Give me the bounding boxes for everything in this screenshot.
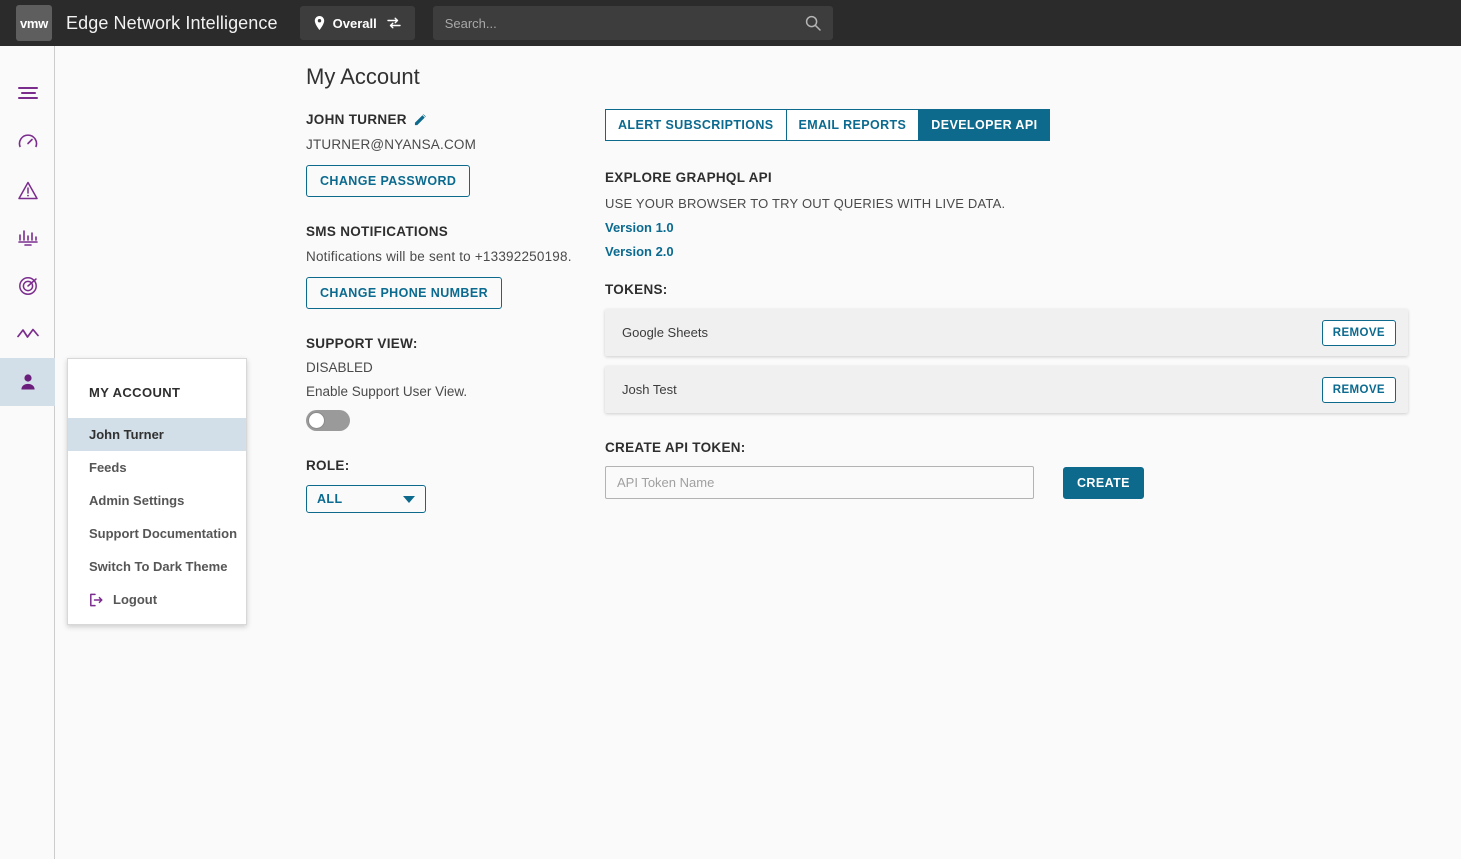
tokens-heading: TOKENS: xyxy=(605,282,668,297)
chevron-down-icon xyxy=(403,495,415,503)
explore-graphql-subtext: USE YOUR BROWSER TO TRY OUT QUERIES WITH… xyxy=(605,196,1006,211)
rail-item-scope[interactable] xyxy=(0,262,55,310)
app-title: Edge Network Intelligence xyxy=(66,12,278,33)
sms-description: Notifications will be sent to +133922501… xyxy=(306,249,572,264)
rail-item-dashboard[interactable] xyxy=(0,118,55,166)
rail-item-alerts[interactable] xyxy=(0,166,55,214)
dashboard-icon xyxy=(18,132,38,152)
rail-item-menu[interactable] xyxy=(0,70,55,118)
role-heading: ROLE: xyxy=(306,458,350,473)
support-view-heading: SUPPORT VIEW: xyxy=(306,336,418,351)
token-row: Google Sheets REMOVE xyxy=(605,309,1408,356)
role-select[interactable]: ALL xyxy=(306,485,426,513)
support-view-status: DISABLED xyxy=(306,360,373,375)
icon-rail xyxy=(0,46,55,859)
target-scope-icon xyxy=(18,276,38,296)
remove-token-button[interactable]: REMOVE xyxy=(1321,376,1396,403)
token-name: Josh Test xyxy=(622,382,677,397)
search-box[interactable] xyxy=(432,6,833,40)
version-2-link[interactable]: Version 2.0 xyxy=(605,244,1415,259)
remove-token-button[interactable]: REMOVE xyxy=(1321,319,1396,346)
role-section: ROLE: ALL xyxy=(306,458,596,513)
rail-item-account[interactable] xyxy=(0,358,55,406)
rail-item-trends[interactable] xyxy=(0,310,55,358)
profile-name: JOHN TURNER xyxy=(306,112,407,127)
search-input[interactable] xyxy=(444,15,805,31)
version-1-link[interactable]: Version 1.0 xyxy=(605,220,1415,235)
support-view-description: Enable Support User View. xyxy=(306,384,468,399)
vmware-logo: vmw xyxy=(16,5,52,41)
profile-email: JTURNER@NYANSA.COM xyxy=(306,137,477,152)
edit-pencil-icon[interactable] xyxy=(414,113,427,126)
alert-triangle-icon xyxy=(17,181,38,200)
page-title: My Account xyxy=(306,64,420,89)
api-panel-column: ALERT SUBSCRIPTIONS EMAIL REPORTS DEVELO… xyxy=(605,109,1415,499)
support-view-toggle[interactable] xyxy=(306,410,350,431)
toggle-knob xyxy=(308,412,325,429)
create-api-token-heading: CREATE API TOKEN: xyxy=(605,440,746,455)
bar-analytics-icon xyxy=(17,229,38,247)
main-content: My Account JOHN TURNER JTURNER@NYANSA.CO… xyxy=(55,46,1461,859)
tab-alert-subscriptions[interactable]: ALERT SUBSCRIPTIONS xyxy=(605,109,787,141)
sms-notifications-section: SMS NOTIFICATIONS Notifications will be … xyxy=(306,224,596,309)
role-selected-value: ALL xyxy=(317,492,343,506)
menu-icon xyxy=(17,86,38,102)
support-view-section: SUPPORT VIEW: DISABLED Enable Support Us… xyxy=(306,336,596,431)
profile-name-row: JOHN TURNER xyxy=(306,112,596,127)
api-token-name-input[interactable] xyxy=(605,466,1034,499)
token-name: Google Sheets xyxy=(622,325,709,340)
scope-selector[interactable]: Overall xyxy=(299,6,415,40)
account-details-column: JOHN TURNER JTURNER@NYANSA.COM CHANGE PA… xyxy=(306,112,596,513)
sms-heading: SMS NOTIFICATIONS xyxy=(306,224,449,239)
trend-line-icon xyxy=(16,327,39,341)
change-phone-number-button[interactable]: CHANGE PHONE NUMBER xyxy=(306,277,503,309)
token-row: Josh Test REMOVE xyxy=(605,366,1408,413)
scope-label: Overall xyxy=(332,15,377,31)
explore-graphql-heading: EXPLORE GRAPHQL API xyxy=(605,170,772,185)
create-token-button[interactable]: CREATE xyxy=(1063,466,1144,499)
change-password-button[interactable]: CHANGE PASSWORD xyxy=(306,165,471,197)
search-icon[interactable] xyxy=(805,15,821,31)
rail-item-analytics[interactable] xyxy=(0,214,55,262)
swap-icon[interactable] xyxy=(387,16,401,30)
tab-developer-api[interactable]: DEVELOPER API xyxy=(918,109,1051,141)
tab-bar: ALERT SUBSCRIPTIONS EMAIL REPORTS DEVELO… xyxy=(605,109,1415,141)
tab-email-reports[interactable]: EMAIL REPORTS xyxy=(785,109,920,141)
location-pin-icon xyxy=(314,16,325,30)
user-account-icon xyxy=(19,373,37,391)
create-token-row: CREATE xyxy=(605,466,1415,499)
top-bar: vmw Edge Network Intelligence Overall xyxy=(0,0,1461,46)
